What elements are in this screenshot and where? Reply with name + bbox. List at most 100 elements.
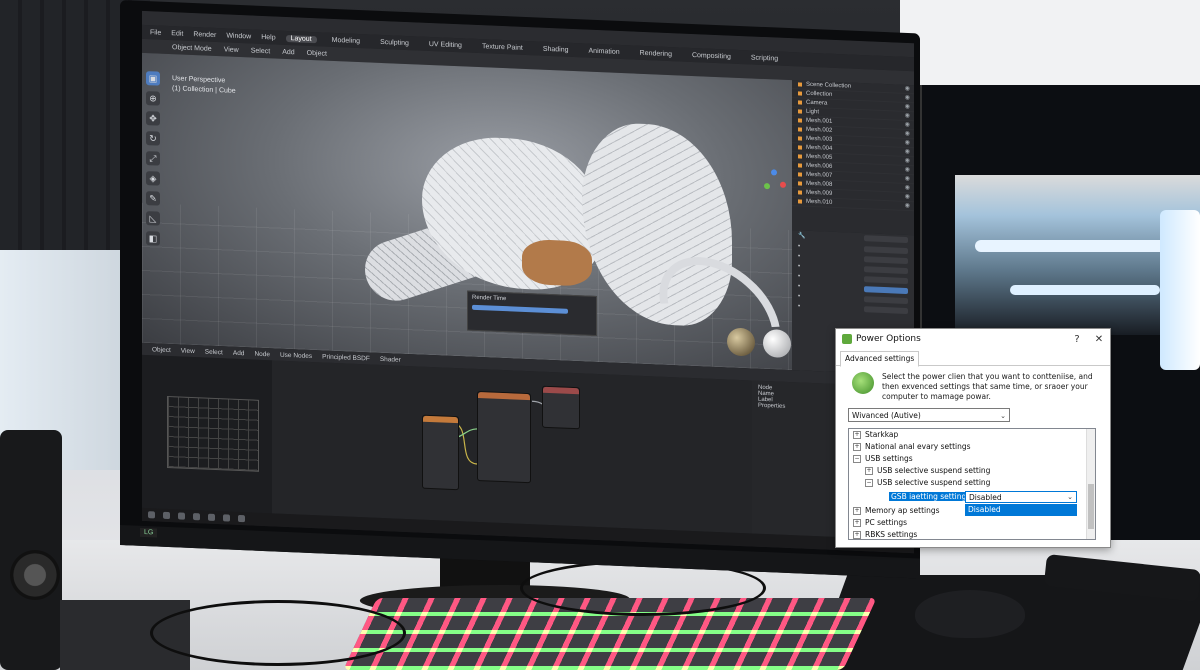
eye-icon[interactable]: ◉ bbox=[905, 202, 910, 210]
material-output-node[interactable] bbox=[542, 385, 580, 430]
tree-item[interactable]: − USB settings bbox=[853, 453, 913, 465]
node-menu-select[interactable]: Select bbox=[205, 348, 223, 356]
workspace-tab-sculpting[interactable]: Sculpting bbox=[375, 38, 414, 47]
workspace-tab-animation[interactable]: Animation bbox=[584, 47, 625, 56]
browser-icon[interactable] bbox=[208, 513, 215, 521]
node-menu-node[interactable]: Node bbox=[254, 350, 270, 358]
eye-icon[interactable]: ◉ bbox=[905, 157, 910, 165]
eye-icon[interactable]: ◉ bbox=[905, 184, 910, 192]
tree-item[interactable]: + Starkkap bbox=[853, 429, 898, 441]
menu-help[interactable]: Help bbox=[261, 33, 275, 41]
uv-editor[interactable] bbox=[142, 354, 272, 514]
collapse-icon[interactable]: − bbox=[853, 455, 861, 463]
property-field-active[interactable] bbox=[864, 286, 908, 295]
property-field[interactable] bbox=[864, 256, 908, 265]
viewport-menu-select[interactable]: Select bbox=[251, 47, 270, 55]
eye-icon[interactable]: ◉ bbox=[905, 130, 910, 138]
use-nodes-toggle[interactable]: Use Nodes bbox=[280, 351, 312, 359]
outliner-row-label: Mesh.006 bbox=[806, 162, 833, 170]
eye-icon[interactable]: ◉ bbox=[905, 103, 910, 111]
task-view-icon[interactable] bbox=[178, 512, 185, 520]
node-menu-add[interactable]: Add bbox=[233, 349, 245, 356]
rotate-tool-icon[interactable]: ↻ bbox=[146, 131, 160, 146]
select-tool-icon[interactable]: ▣ bbox=[146, 71, 160, 86]
tree-item[interactable]: + National anal evary settings bbox=[853, 441, 971, 453]
blender-app-icon[interactable] bbox=[223, 514, 230, 522]
eye-icon[interactable]: ◉ bbox=[905, 166, 910, 174]
expand-icon[interactable]: + bbox=[853, 531, 861, 539]
usb-setting-select[interactable]: Disabled ⌄ bbox=[965, 491, 1077, 503]
property-field[interactable] bbox=[864, 306, 908, 315]
node-menu-view[interactable]: View bbox=[181, 347, 195, 355]
tree-item[interactable]: + Memory ap settings bbox=[853, 505, 940, 517]
move-tool-icon[interactable]: ✥ bbox=[146, 111, 160, 126]
menu-file[interactable]: File bbox=[150, 29, 161, 36]
collapse-icon[interactable]: − bbox=[865, 479, 873, 487]
workspace-tab-scripting[interactable]: Scripting bbox=[746, 54, 783, 63]
viewport-menu-view[interactable]: View bbox=[224, 46, 239, 54]
eye-icon[interactable]: ◉ bbox=[905, 193, 910, 201]
property-field[interactable] bbox=[864, 246, 908, 255]
node-editor-mode[interactable]: Object bbox=[152, 346, 171, 354]
add-cube-tool-icon[interactable]: ◧ bbox=[146, 231, 160, 246]
workspace-tab-layout[interactable]: Layout bbox=[285, 34, 317, 43]
scale-tool-icon[interactable]: ⤢ bbox=[146, 151, 160, 166]
annotate-tool-icon[interactable]: ✎ bbox=[146, 191, 160, 206]
tree-item-label: USB selective suspend setting bbox=[877, 466, 991, 475]
property-field[interactable] bbox=[864, 276, 908, 285]
menu-render[interactable]: Render bbox=[193, 31, 216, 39]
outliner-row-label: Mesh.003 bbox=[806, 135, 833, 143]
steam-icon[interactable] bbox=[238, 514, 245, 523]
workspace-tab-texture-paint[interactable]: Texture Paint bbox=[477, 42, 528, 52]
tree-item[interactable]: + RBKS settings bbox=[853, 529, 917, 539]
eye-icon[interactable]: ◉ bbox=[905, 148, 910, 156]
viewport-menu-object[interactable]: Object bbox=[307, 49, 327, 57]
eye-icon[interactable]: ◉ bbox=[905, 85, 910, 93]
scrollbar-thumb[interactable] bbox=[1088, 484, 1094, 529]
help-button[interactable]: ? bbox=[1066, 334, 1088, 345]
expand-icon[interactable]: + bbox=[853, 431, 861, 439]
menu-window[interactable]: Window bbox=[226, 32, 251, 40]
menu-edit[interactable]: Edit bbox=[171, 30, 183, 38]
property-field[interactable] bbox=[864, 235, 908, 244]
expand-icon[interactable]: + bbox=[865, 467, 873, 475]
eye-icon[interactable]: ◉ bbox=[905, 112, 910, 120]
search-icon[interactable] bbox=[163, 511, 170, 520]
transform-tool-icon[interactable]: ◈ bbox=[146, 171, 160, 186]
3d-viewport[interactable]: ▣ ⊕ ✥ ↻ ⤢ ◈ ✎ ◺ ◧ User Perspective (1) C… bbox=[142, 52, 792, 371]
wrench-icon[interactable]: 🔧 bbox=[798, 232, 805, 239]
eye-icon[interactable]: ◉ bbox=[905, 175, 910, 183]
cursor-tool-icon[interactable]: ⊕ bbox=[146, 91, 160, 106]
texture-node[interactable] bbox=[422, 414, 459, 491]
start-icon[interactable] bbox=[148, 511, 155, 519]
expand-icon[interactable]: + bbox=[853, 443, 861, 451]
workspace-tab-compositing[interactable]: Compositing bbox=[687, 51, 736, 60]
workspace-tab-shading[interactable]: Shading bbox=[538, 45, 574, 53]
object-mode-select[interactable]: Object Mode bbox=[172, 44, 212, 53]
eye-icon[interactable]: ◉ bbox=[905, 94, 910, 102]
principled-bsdf-node[interactable] bbox=[477, 390, 531, 484]
folder-icon[interactable] bbox=[193, 513, 200, 521]
workspace-tab-modeling[interactable]: Modeling bbox=[327, 36, 365, 45]
tree-scrollbar[interactable] bbox=[1086, 429, 1095, 539]
node-canvas[interactable] bbox=[272, 360, 752, 534]
workspace-tab-uv-editing[interactable]: UV Editing bbox=[424, 40, 467, 49]
workspace-tab-rendering[interactable]: Rendering bbox=[635, 49, 677, 58]
expand-icon[interactable]: + bbox=[853, 507, 861, 515]
eye-icon[interactable]: ◉ bbox=[905, 121, 910, 129]
tree-item[interactable]: + PC settings bbox=[853, 517, 907, 529]
tree-item[interactable]: − USB selective suspend setting bbox=[865, 477, 990, 489]
expand-icon[interactable]: + bbox=[853, 519, 861, 527]
tree-item[interactable]: + USB selective suspend setting bbox=[865, 465, 990, 477]
power-plan-select[interactable]: Wivanced (Autive) ⌄ bbox=[848, 408, 1010, 422]
property-field[interactable] bbox=[864, 296, 908, 305]
tab-advanced-settings[interactable]: Advanced settings bbox=[840, 351, 920, 367]
property-field[interactable] bbox=[864, 266, 908, 275]
navigation-gizmo-icon[interactable] bbox=[762, 169, 786, 194]
viewport-menu-add[interactable]: Add bbox=[282, 48, 294, 56]
close-button[interactable]: ✕ bbox=[1088, 334, 1110, 345]
tree-item-label: National anal evary settings bbox=[865, 442, 971, 451]
measure-tool-icon[interactable]: ◺ bbox=[146, 211, 160, 226]
dropdown-option-disabled[interactable]: Disabled bbox=[965, 504, 1077, 516]
eye-icon[interactable]: ◉ bbox=[905, 139, 910, 147]
